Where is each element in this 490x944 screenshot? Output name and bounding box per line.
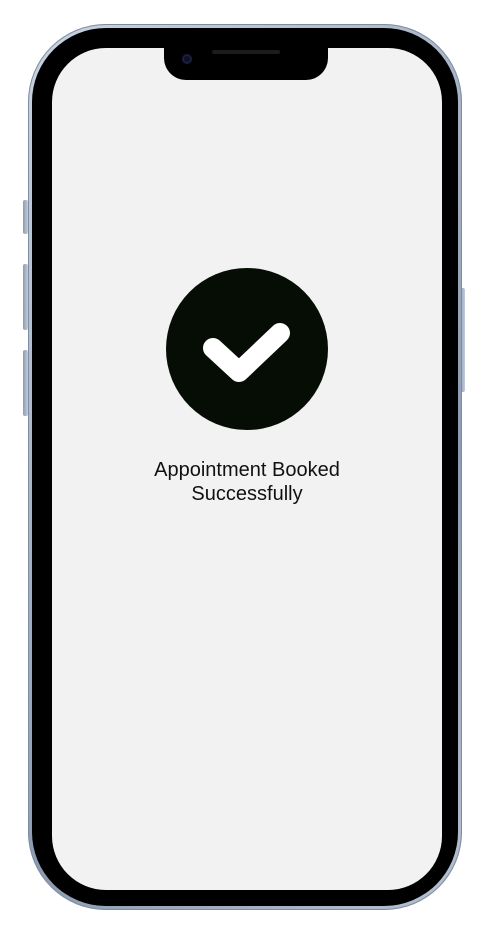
success-message-line2: Successfully — [191, 483, 303, 505]
success-message-line1: Appointment Booked — [154, 459, 340, 481]
front-camera-icon — [182, 54, 192, 64]
notch — [164, 48, 328, 80]
phone-bezel: Appointment Booked Successfully — [32, 28, 458, 906]
speaker-grille — [212, 50, 280, 54]
success-badge — [166, 268, 328, 430]
phone-screen: Appointment Booked Successfully — [52, 48, 442, 890]
checkmark-icon — [203, 323, 290, 382]
phone-frame: Appointment Booked Successfully — [28, 24, 462, 910]
